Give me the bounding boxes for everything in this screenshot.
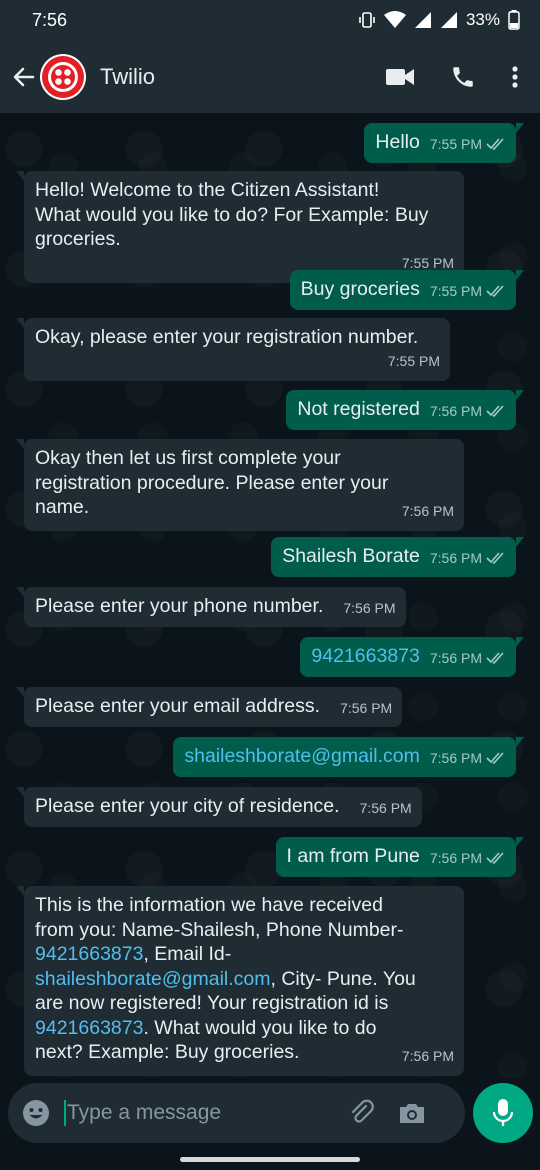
message-line: This is the information we have received <box>35 894 383 916</box>
message-time: 7:56 PM <box>401 502 454 519</box>
message-composer: Type a message <box>8 1083 465 1143</box>
message-line: registration procedure. Please enter you… <box>35 471 389 494</box>
camera-icon[interactable] <box>398 1100 426 1126</box>
message-input[interactable]: Type a message <box>64 1100 334 1126</box>
message-text: Please enter your city of residence. <box>35 795 340 817</box>
outgoing-message[interactable]: I am from Pune 7:56 PM <box>275 837 525 877</box>
registration-id-link[interactable]: 9421663873 <box>35 1017 143 1039</box>
avatar[interactable] <box>40 53 86 100</box>
incoming-message[interactable]: This is the information we have received… <box>16 886 464 1076</box>
message-time: 7:56 PM <box>429 550 482 566</box>
email-link[interactable]: shaileshborate@gmail.com <box>35 968 271 990</box>
message-text: Not registered <box>297 398 420 420</box>
message-time: 7:56 PM <box>343 600 396 616</box>
message-line: groceries. <box>35 228 121 250</box>
back-button[interactable] <box>8 65 40 89</box>
message-text: Hello <box>375 131 420 153</box>
message-text: Please enter your phone number. <box>35 595 324 617</box>
message-text: , City- Pune. You <box>270 967 416 990</box>
message-text: . What would you like to do <box>143 1016 377 1039</box>
message-text: Shailesh Borate <box>282 545 420 567</box>
message-time: 7:56 PM <box>429 650 482 666</box>
message-text: Please enter your email address. <box>35 695 321 717</box>
double-check-icon <box>486 285 504 298</box>
battery-icon <box>508 10 520 30</box>
double-check-icon <box>486 138 504 151</box>
double-check-icon <box>486 552 504 565</box>
message-time: 7:56 PM <box>340 700 393 716</box>
signal-2-icon <box>440 12 457 28</box>
incoming-message[interactable]: Please enter your phone number. 7:56 PM <box>16 587 406 627</box>
status-bar: 7:56 33% <box>0 0 540 40</box>
chat-header: Twilio <box>0 40 540 113</box>
email-link[interactable]: shaileshborate@gmail.com <box>184 744 420 769</box>
text-cursor <box>64 1100 66 1126</box>
emoji-icon[interactable] <box>22 1099 50 1127</box>
outgoing-message[interactable]: Hello 7:55 PM <box>364 123 524 163</box>
double-check-icon <box>486 652 504 665</box>
message-time: 7:55 PM <box>401 254 454 271</box>
message-time: 7:56 PM <box>429 403 482 419</box>
message-text: , Email Id- <box>143 943 232 965</box>
message-line: Okay, please enter your registration num… <box>35 326 419 348</box>
message-placeholder: Type a message <box>67 1101 222 1124</box>
message-line: Hello! Welcome to the Citizen Assistant! <box>35 179 380 201</box>
mic-button[interactable] <box>473 1083 533 1143</box>
status-icons: 33% <box>358 10 520 30</box>
message-line: What would you like to do? For Example: … <box>35 203 429 226</box>
incoming-message[interactable]: Okay, please enter your registration num… <box>16 318 450 381</box>
contact-name[interactable]: Twilio <box>100 64 386 90</box>
message-line: Okay then let us first complete your <box>35 447 341 469</box>
message-text: Buy groceries <box>300 278 420 300</box>
twilio-logo-icon <box>42 55 84 98</box>
message-text: I am from Pune <box>286 845 420 867</box>
more-vert-icon[interactable] <box>512 65 518 88</box>
double-check-icon <box>486 852 504 865</box>
phone-link[interactable]: 9421663873 <box>311 644 419 669</box>
outgoing-message[interactable]: Buy groceries 7:55 PM <box>289 270 525 310</box>
double-check-icon <box>486 405 504 418</box>
status-time: 7:56 <box>32 9 68 30</box>
video-camera-icon[interactable] <box>386 67 414 87</box>
outgoing-message[interactable]: Shailesh Borate 7:56 PM <box>271 537 524 577</box>
message-time: 7:55 PM <box>429 136 482 152</box>
wifi-icon <box>383 11 406 28</box>
message-time: 7:56 PM <box>401 1047 454 1064</box>
double-check-icon <box>486 752 504 765</box>
message-line: from you: Name-Shailesh, Phone Number- <box>35 918 404 941</box>
microphone-icon <box>492 1099 514 1126</box>
outgoing-message[interactable]: Not registered 7:56 PM <box>286 390 524 430</box>
battery-percent: 33% <box>465 10 500 29</box>
signal-icon <box>414 12 431 28</box>
home-gesture-handle[interactable] <box>180 1157 360 1162</box>
phone-icon[interactable] <box>450 64 476 90</box>
chat-area[interactable]: Hello 7:55 PM Hello! Welcome to the Citi… <box>0 113 540 1078</box>
message-time: 7:56 PM <box>359 800 412 816</box>
paperclip-icon[interactable] <box>348 1099 376 1127</box>
arrow-left-icon <box>13 67 35 86</box>
incoming-message[interactable]: Okay then let us first complete your reg… <box>16 439 464 531</box>
incoming-message[interactable]: Please enter your city of residence. 7:5… <box>16 787 422 827</box>
message-time: 7:56 PM <box>429 850 482 866</box>
message-line: are now registered! Your registration id… <box>35 992 389 1014</box>
message-time: 7:55 PM <box>387 352 440 369</box>
phone-link[interactable]: 9421663873 <box>35 943 143 965</box>
incoming-message[interactable]: Hello! Welcome to the Citizen Assistant!… <box>16 171 464 283</box>
outgoing-message[interactable]: 9421663873 7:56 PM <box>300 637 524 677</box>
message-time: 7:55 PM <box>429 283 482 299</box>
incoming-message[interactable]: Please enter your email address. 7:56 PM <box>15 687 403 727</box>
outgoing-message[interactable]: shaileshborate@gmail.com 7:56 PM <box>173 737 524 777</box>
message-time: 7:56 PM <box>429 750 482 766</box>
vibrate-icon <box>359 12 375 28</box>
